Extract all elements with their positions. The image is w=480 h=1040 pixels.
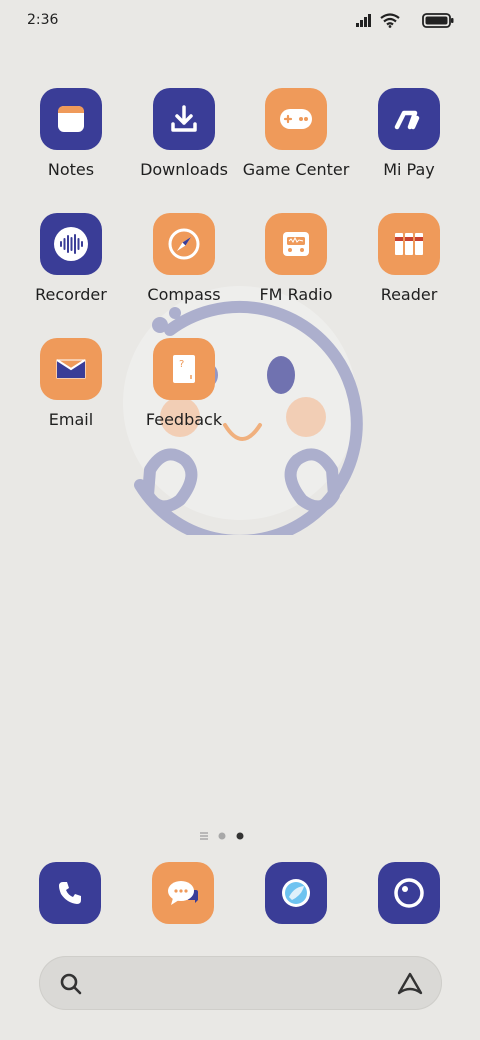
app-label: Feedback	[145, 410, 223, 429]
wifi-icon	[380, 13, 400, 28]
app-game-center[interactable]: Game Center	[241, 88, 351, 198]
message-bubble-icon	[168, 881, 198, 905]
list-icon	[200, 832, 208, 840]
app-feedback[interactable]: ? Feedback	[129, 338, 239, 448]
app-fm-radio[interactable]: FM Radio	[241, 213, 351, 323]
app-compass[interactable]: Compass	[129, 213, 239, 323]
dock-camera[interactable]	[378, 862, 440, 924]
dock-phone[interactable]	[39, 862, 101, 924]
app-reader[interactable]: Reader	[354, 213, 464, 323]
camera-icon	[394, 878, 424, 908]
phone-icon	[59, 882, 81, 904]
app-label: Recorder	[35, 285, 107, 304]
page-indicator[interactable]	[199, 830, 249, 842]
app-notes[interactable]: Notes	[16, 88, 126, 198]
assistant-icon[interactable]	[396, 971, 424, 997]
app-downloads[interactable]: Downloads	[129, 88, 239, 198]
compass-icon	[153, 213, 215, 275]
app-recorder[interactable]: Recorder	[16, 213, 126, 323]
radio-icon	[265, 213, 327, 275]
app-label: Mi Pay	[383, 160, 435, 179]
svg-text:?: ?	[179, 359, 184, 370]
status-bar: 2:36	[0, 0, 480, 44]
app-label: FM Radio	[259, 285, 333, 304]
app-label: Reader	[380, 285, 438, 304]
books-icon	[378, 213, 440, 275]
search-bar[interactable]	[39, 956, 442, 1010]
app-label: Email	[48, 410, 94, 429]
feedback-icon: ?	[153, 338, 215, 400]
page-dot-active	[236, 832, 244, 840]
notes-icon	[40, 88, 102, 150]
app-label: Game Center	[242, 160, 350, 179]
dock-browser[interactable]	[265, 862, 327, 924]
gamepad-icon	[265, 88, 327, 150]
app-email[interactable]: Email	[16, 338, 126, 448]
status-time: 2:36	[27, 12, 59, 28]
app-label: Notes	[47, 160, 95, 179]
waveform-icon	[40, 213, 102, 275]
search-icon	[60, 973, 82, 995]
browser-icon	[282, 879, 310, 907]
app-label: Downloads	[140, 160, 228, 179]
page-dot	[218, 832, 226, 840]
download-icon	[153, 88, 215, 150]
app-mi-pay[interactable]: Mi Pay	[354, 88, 464, 198]
mi-pay-icon	[378, 88, 440, 150]
signal-icon	[356, 14, 371, 27]
dock-messages[interactable]	[152, 862, 214, 924]
battery-icon	[422, 13, 454, 28]
app-label: Compass	[147, 285, 221, 304]
envelope-icon	[40, 338, 102, 400]
